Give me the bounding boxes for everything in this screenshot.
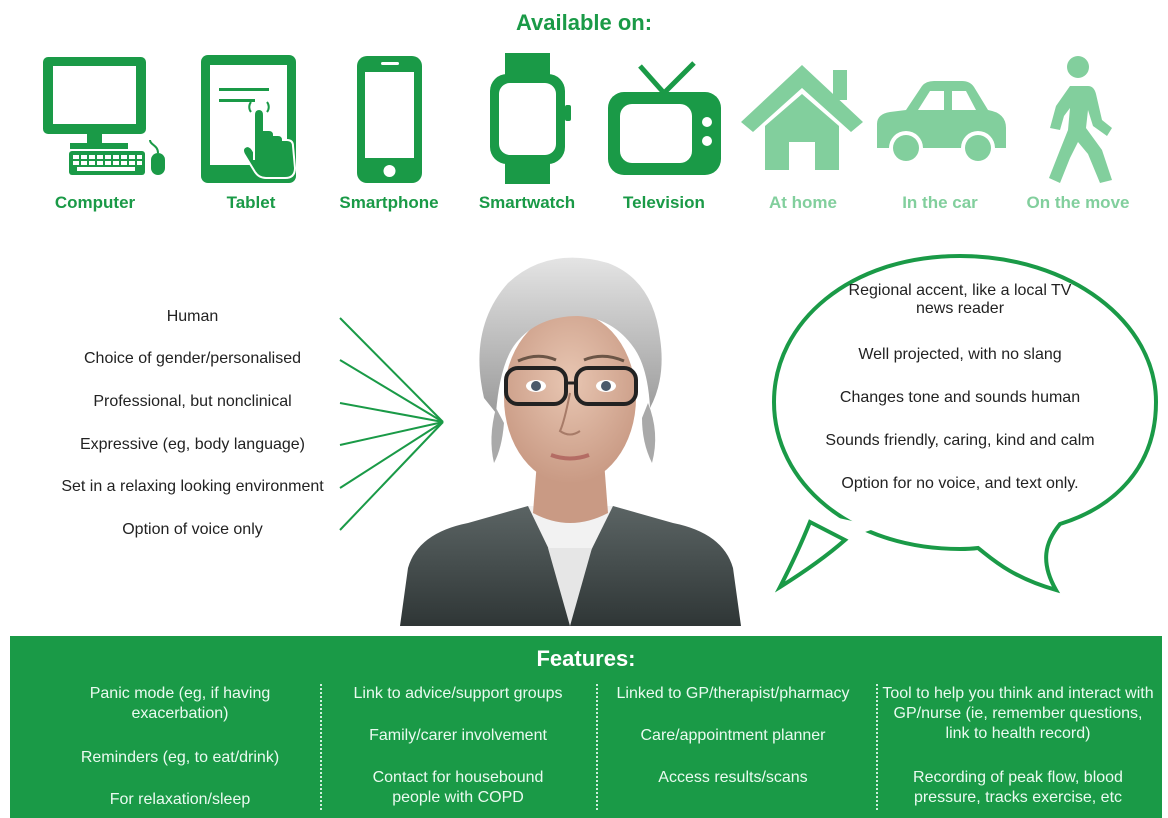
device-label: Smartwatch — [478, 193, 576, 212]
device-computer: Computer — [25, 50, 165, 220]
features-column: Linked to GP/therapist/pharmacy Care/app… — [600, 684, 866, 814]
tablet-icon — [201, 55, 297, 183]
device-tablet: Tablet — [181, 50, 321, 220]
feature-item: For relaxation/sleep — [109, 791, 251, 808]
feature-item: Tool to help you think and interact with… — [882, 685, 1154, 742]
features-title: Features: — [536, 646, 636, 671]
appearance-item: Expressive (eg, body language) — [79, 436, 306, 453]
smartwatch-icon — [490, 53, 571, 184]
device-at-home: At home — [733, 50, 873, 220]
column-divider — [320, 684, 322, 810]
feature-item: Reminders (eg, to eat/drink) — [80, 749, 280, 766]
feature-item: Access results/scans — [658, 769, 808, 786]
house-icon — [741, 65, 863, 170]
television-icon — [608, 61, 721, 175]
voice-item: Regional accent, like a local TV news re… — [848, 282, 1072, 317]
feature-item: Family/carer involvement — [369, 727, 547, 744]
car-icon — [877, 81, 1006, 165]
features-panel: Features: Panic mode (eg, if having exac… — [10, 636, 1162, 818]
appearance-item: Set in a relaxing looking environment — [61, 478, 324, 495]
feature-item: Recording of peak flow, blood pressure, … — [913, 769, 1123, 806]
device-on-the-move: On the move — [1008, 50, 1148, 220]
appearance-item: Human — [166, 308, 219, 325]
walking-person-icon — [1049, 56, 1112, 183]
feature-item: Link to advice/support groups — [353, 685, 563, 702]
device-label: Computer — [54, 193, 136, 212]
available-on-title: Available on: — [515, 10, 653, 35]
features-column: Tool to help you think and interact with… — [882, 684, 1154, 814]
computer-icon — [43, 57, 165, 175]
device-smartwatch: Smartwatch — [457, 50, 597, 220]
device-label: Smartphone — [339, 193, 439, 212]
device-label: Tablet — [226, 193, 276, 212]
voice-item: Changes tone and sounds human — [839, 389, 1081, 406]
device-label: On the move — [1026, 193, 1130, 212]
column-divider — [596, 684, 598, 810]
feature-item: Panic mode (eg, if having exacerbation) — [89, 685, 271, 722]
voice-item: Well projected, with no slang — [858, 346, 1062, 363]
device-label: In the car — [902, 193, 978, 212]
appearance-item: Option of voice only — [122, 521, 263, 538]
smartphone-icon — [357, 56, 422, 183]
device-television: Television — [594, 50, 734, 220]
avatar-woman — [398, 248, 743, 626]
column-divider — [876, 684, 878, 810]
voice-item: Sounds friendly, caring, kind and calm — [825, 432, 1095, 449]
feature-item: Contact for housebound people with COPD — [372, 769, 544, 806]
appearance-item: Professional, but nonclinical — [93, 393, 292, 410]
appearance-item: Choice of gender/personalised — [83, 350, 302, 367]
device-label: At home — [769, 193, 837, 212]
device-in-the-car: In the car — [870, 50, 1010, 220]
voice-item: Option for no voice, and text only. — [841, 475, 1079, 492]
feature-item: Linked to GP/therapist/pharmacy — [616, 685, 850, 702]
feature-item: Care/appointment planner — [640, 727, 826, 744]
features-column: Panic mode (eg, if having exacerbation) … — [50, 684, 310, 814]
features-column: Link to advice/support groups Family/car… — [328, 684, 588, 814]
device-label: Television — [623, 193, 705, 212]
device-smartphone: Smartphone — [319, 50, 459, 220]
